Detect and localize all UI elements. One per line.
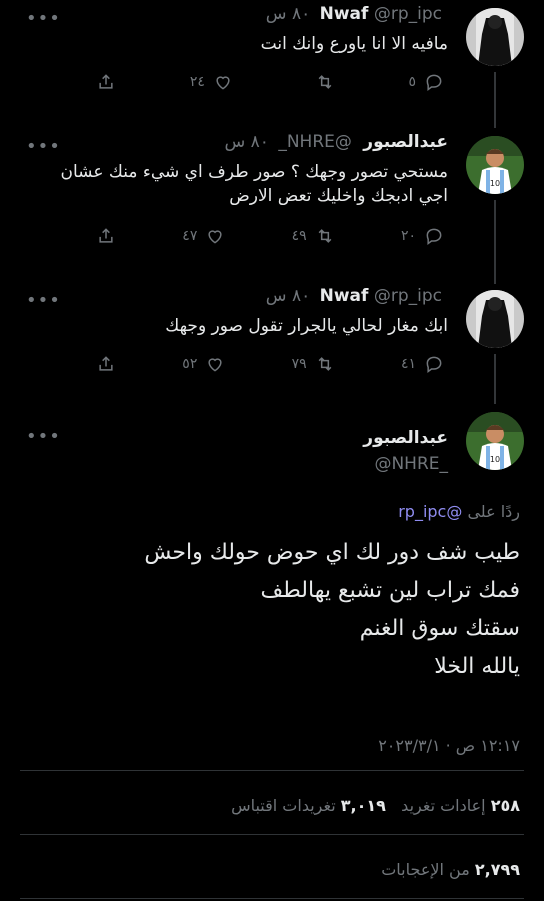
divider bbox=[20, 898, 524, 899]
thread-tweet[interactable]: ••• Nwaf @rp_ipc ٨٠ س ابك مغار لحالي يال… bbox=[0, 282, 544, 404]
like-icon bbox=[208, 230, 222, 244]
quotes-count: ٣,٠١٩ bbox=[340, 796, 386, 815]
reply-icon bbox=[426, 228, 442, 245]
retweets-label[interactable]: إعادات تغريد bbox=[401, 796, 485, 815]
retweet-stats: ٢٥٨ إعادات تغريد ٣,٠١٩ تغريدات اقتباس bbox=[231, 796, 520, 815]
replying-mention[interactable]: @rp_ipc bbox=[398, 502, 462, 521]
like-count: ٥٢ bbox=[182, 356, 198, 372]
reply-button[interactable]: ٢٠ bbox=[401, 226, 444, 246]
author-name[interactable]: عبدالصبور bbox=[363, 428, 448, 448]
share-icon bbox=[99, 356, 113, 371]
tweet-text: مستحي تصور وجهك ؟ صور طرف اي شيء منك عشا… bbox=[60, 162, 448, 206]
share-button[interactable] bbox=[96, 72, 116, 92]
avatar[interactable] bbox=[466, 290, 524, 348]
tweet-line: سقتك سوق الغنم bbox=[359, 616, 520, 641]
author-handle[interactable]: @NHRE_ bbox=[374, 454, 448, 474]
more-icon[interactable]: ••• bbox=[26, 136, 61, 157]
author-handle[interactable]: @NHRE_ bbox=[278, 132, 352, 152]
tweet-body: طيب شف دور لك اي حوض حولك واحش فمك تراب … bbox=[20, 534, 520, 686]
share-button[interactable] bbox=[96, 354, 116, 374]
reply-count: ٥ bbox=[408, 74, 416, 90]
retweet-button[interactable]: ٧٩ bbox=[292, 354, 335, 374]
divider bbox=[20, 770, 524, 771]
reply-count: ٤١ bbox=[400, 356, 416, 372]
replying-prefix: ردًا على bbox=[467, 502, 520, 521]
likes-stats: ٢,٧٩٩ من الإعجابات bbox=[381, 860, 520, 879]
tweet-line: طيب شف دور لك اي حوض حولك واحش bbox=[144, 540, 520, 565]
avatar[interactable]: 10 bbox=[466, 136, 524, 194]
retweet-button[interactable]: ٤٩ bbox=[292, 226, 335, 246]
thread: ••• Nwaf @rp_ipc ٨٠ س مافيه الا انا ياور… bbox=[0, 0, 544, 404]
thread-tweet[interactable]: ••• Nwaf @rp_ipc ٨٠ س مافيه الا انا ياور… bbox=[0, 0, 544, 128]
reply-button[interactable]: ٤١ bbox=[401, 354, 444, 374]
more-icon[interactable]: ••• bbox=[26, 426, 61, 447]
likes-label[interactable]: من الإعجابات bbox=[381, 860, 470, 879]
divider bbox=[20, 834, 524, 835]
retweet-icon bbox=[318, 75, 332, 89]
replying-to: ردًا على @rp_ipc bbox=[398, 502, 520, 521]
like-count: ٤٧ bbox=[182, 228, 198, 244]
tweet-text: ابك مغار لحالي يالجرار تقول صور وجهك bbox=[165, 316, 448, 336]
thread-line bbox=[494, 200, 496, 284]
like-button[interactable]: ٤٧ bbox=[182, 226, 225, 246]
tweet-header: عبدالصبور @NHRE_ ٨٠ س bbox=[224, 132, 448, 152]
reply-button[interactable]: ٥ bbox=[408, 72, 444, 92]
author-name[interactable]: عبدالصبور bbox=[363, 132, 448, 152]
tweet-header: Nwaf @rp_ipc ٨٠ س bbox=[266, 4, 448, 24]
retweet-icon bbox=[318, 229, 332, 243]
like-count: ٢٤ bbox=[189, 74, 205, 90]
author-handle[interactable]: @rp_ipc bbox=[374, 4, 442, 24]
retweet-button[interactable] bbox=[307, 72, 335, 92]
retweet-count: ٧٩ bbox=[291, 356, 307, 372]
likes-count: ٢,٧٩٩ bbox=[474, 860, 520, 879]
reply-count: ٢٠ bbox=[400, 228, 416, 244]
avatar[interactable]: 10 bbox=[466, 412, 524, 470]
author-handle[interactable]: @rp_ipc bbox=[374, 286, 442, 306]
reply-icon bbox=[426, 356, 442, 373]
like-button[interactable]: ٢٤ bbox=[190, 72, 233, 92]
thread-line bbox=[494, 354, 496, 404]
share-icon bbox=[99, 74, 113, 89]
thread-tweet[interactable]: 10 ••• عبدالصبور @NHRE_ ٨٠ س مستحي تصور … bbox=[0, 128, 544, 284]
share-button[interactable] bbox=[96, 226, 116, 246]
tweet-line: فمك تراب لين تشبع يهالطف bbox=[260, 578, 520, 603]
more-icon[interactable]: ••• bbox=[26, 8, 61, 29]
like-icon bbox=[208, 358, 222, 372]
thread-line bbox=[494, 72, 496, 128]
more-icon[interactable]: ••• bbox=[26, 290, 61, 311]
tweet-header: Nwaf @rp_ipc ٨٠ س bbox=[266, 286, 448, 306]
author-name[interactable]: Nwaf bbox=[320, 4, 369, 24]
tweet-text: مافيه الا انا ياورع وانك انت bbox=[260, 34, 448, 54]
svg-text:10: 10 bbox=[490, 455, 500, 464]
like-button[interactable]: ٥٢ bbox=[182, 354, 225, 374]
quotes-label[interactable]: تغريدات اقتباس bbox=[231, 796, 336, 815]
share-icon bbox=[99, 228, 113, 243]
reply-icon bbox=[426, 74, 442, 91]
author-name[interactable]: Nwaf bbox=[320, 286, 369, 306]
tweet-timestamp[interactable]: ١٢:١٧ ص · ٢٠٢٣/٣/١ bbox=[378, 736, 520, 755]
tweet-time: ٨٠ س bbox=[265, 4, 311, 24]
retweet-count: ٤٩ bbox=[291, 228, 307, 244]
svg-text:10: 10 bbox=[490, 179, 500, 188]
like-icon bbox=[216, 76, 230, 90]
tweet-time: ٨٠ س bbox=[224, 132, 269, 152]
tweet-actions: ٤١ ٧٩ ٥٢ bbox=[96, 354, 444, 374]
tweet-time: ٨٠ س bbox=[265, 286, 311, 306]
tweet-actions: ٥ ٢٤ bbox=[96, 72, 444, 92]
retweets-count: ٢٥٨ bbox=[490, 796, 520, 815]
retweet-icon bbox=[318, 357, 332, 371]
tweet-actions: ٢٠ ٤٩ ٤٧ bbox=[96, 226, 444, 246]
tweet-line: يالله الخلا bbox=[434, 654, 520, 679]
avatar[interactable] bbox=[466, 8, 524, 66]
